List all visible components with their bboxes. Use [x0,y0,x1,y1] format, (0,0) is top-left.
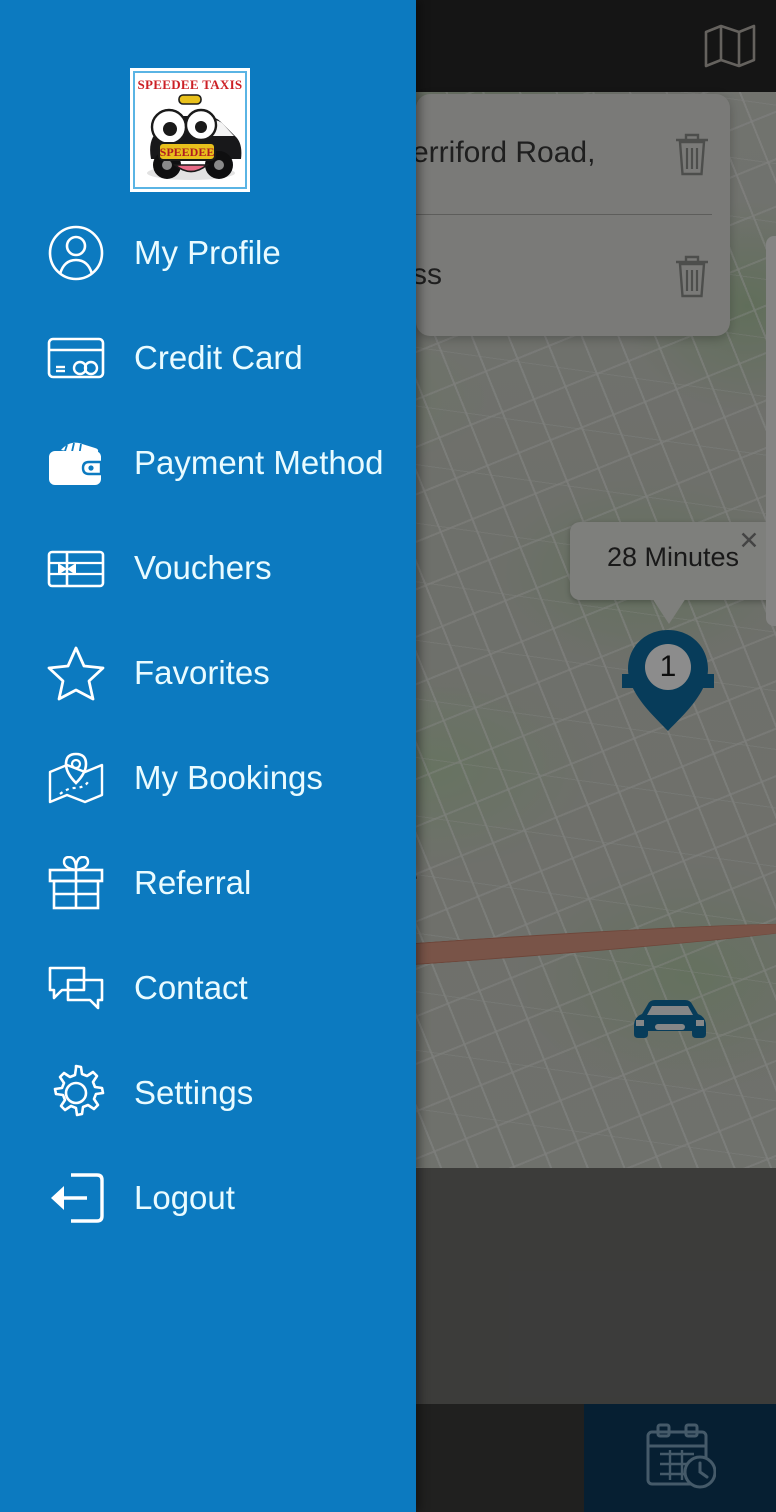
map-pin-icon[interactable]: 1 [618,626,718,734]
pickup-address-row[interactable]: erriford Road, [416,94,730,214]
app-root: way Derrifor rough er Tavistock Road For… [0,0,776,1512]
sidebar-item-payment-method[interactable]: Payment Method [0,410,416,515]
app-logo: SPEEDEE TAXIS SPEEDEE [130,68,250,192]
drop-address-row[interactable]: ss [416,216,730,336]
pin-number-badge: 1 [645,644,691,690]
star-icon [44,645,108,701]
sidebar-item-label: My Bookings [134,758,323,796]
trash-icon[interactable] [670,250,714,302]
taxi-mascot-logo: SPEEDEE [139,93,243,185]
schedule-booking-button[interactable] [584,1404,776,1512]
address-card: erriford Road, ss [416,94,730,336]
sidebar-item-credit-card[interactable]: Credit Card [0,305,416,410]
sidebar-item-my-bookings[interactable]: My Bookings [0,725,416,830]
sidebar-item-favorites[interactable]: Favorites [0,620,416,725]
pickup-address-text: erriford Road, [416,136,596,169]
sidebar-item-label: Logout [134,1178,235,1216]
drawer-menu: My Profile Credit Card Payment Method Vo… [0,200,416,1250]
wallet-icon [44,435,108,491]
sidebar-item-vouchers[interactable]: Vouchers [0,515,416,620]
tooltip-tail [652,598,686,624]
eta-tooltip: 28 Minutes ✕ [570,522,776,624]
close-icon[interactable]: ✕ [736,528,762,554]
sidebar-item-label: Favorites [134,653,270,691]
sidebar-item-label: Credit Card [134,338,303,376]
folded-map-icon[interactable] [702,22,758,70]
sidebar-item-label: Settings [134,1073,254,1111]
side-sheet-edge[interactable] [766,236,776,626]
gift-box-icon [44,855,108,911]
sidebar-item-settings[interactable]: Settings [0,1040,416,1145]
credit-card-icon [44,330,108,386]
sidebar-item-label: Payment Method [134,443,384,481]
voucher-ticket-icon [44,540,108,596]
sidebar-item-referral[interactable]: Referral [0,830,416,935]
navigation-drawer: SPEEDEE TAXIS SPEEDEE My Profile Credit … [0,0,416,1512]
sidebar-item-label: Contact [134,968,248,1006]
gear-icon [44,1064,108,1121]
sidebar-item-label: Vouchers [134,548,272,586]
sidebar-item-my-profile[interactable]: My Profile [0,200,416,305]
drop-address-text: ss [416,258,442,291]
logo-title: SPEEDEE TAXIS [137,77,243,92]
address-divider [416,214,712,215]
sidebar-item-label: Referral [134,863,252,901]
svg-text:SPEEDEE: SPEEDEE [160,145,215,159]
map-pin-route-icon [44,750,108,806]
user-circle-icon [44,225,108,281]
chat-bubbles-icon [44,960,108,1016]
sidebar-item-logout[interactable]: Logout [0,1145,416,1250]
trash-icon[interactable] [670,128,714,180]
sidebar-item-label: My Profile [134,233,281,271]
sidebar-item-contact[interactable]: Contact [0,935,416,1040]
calendar-clock-icon [644,1422,717,1495]
car-icon[interactable] [628,988,712,1048]
logout-arrow-icon [44,1170,108,1226]
